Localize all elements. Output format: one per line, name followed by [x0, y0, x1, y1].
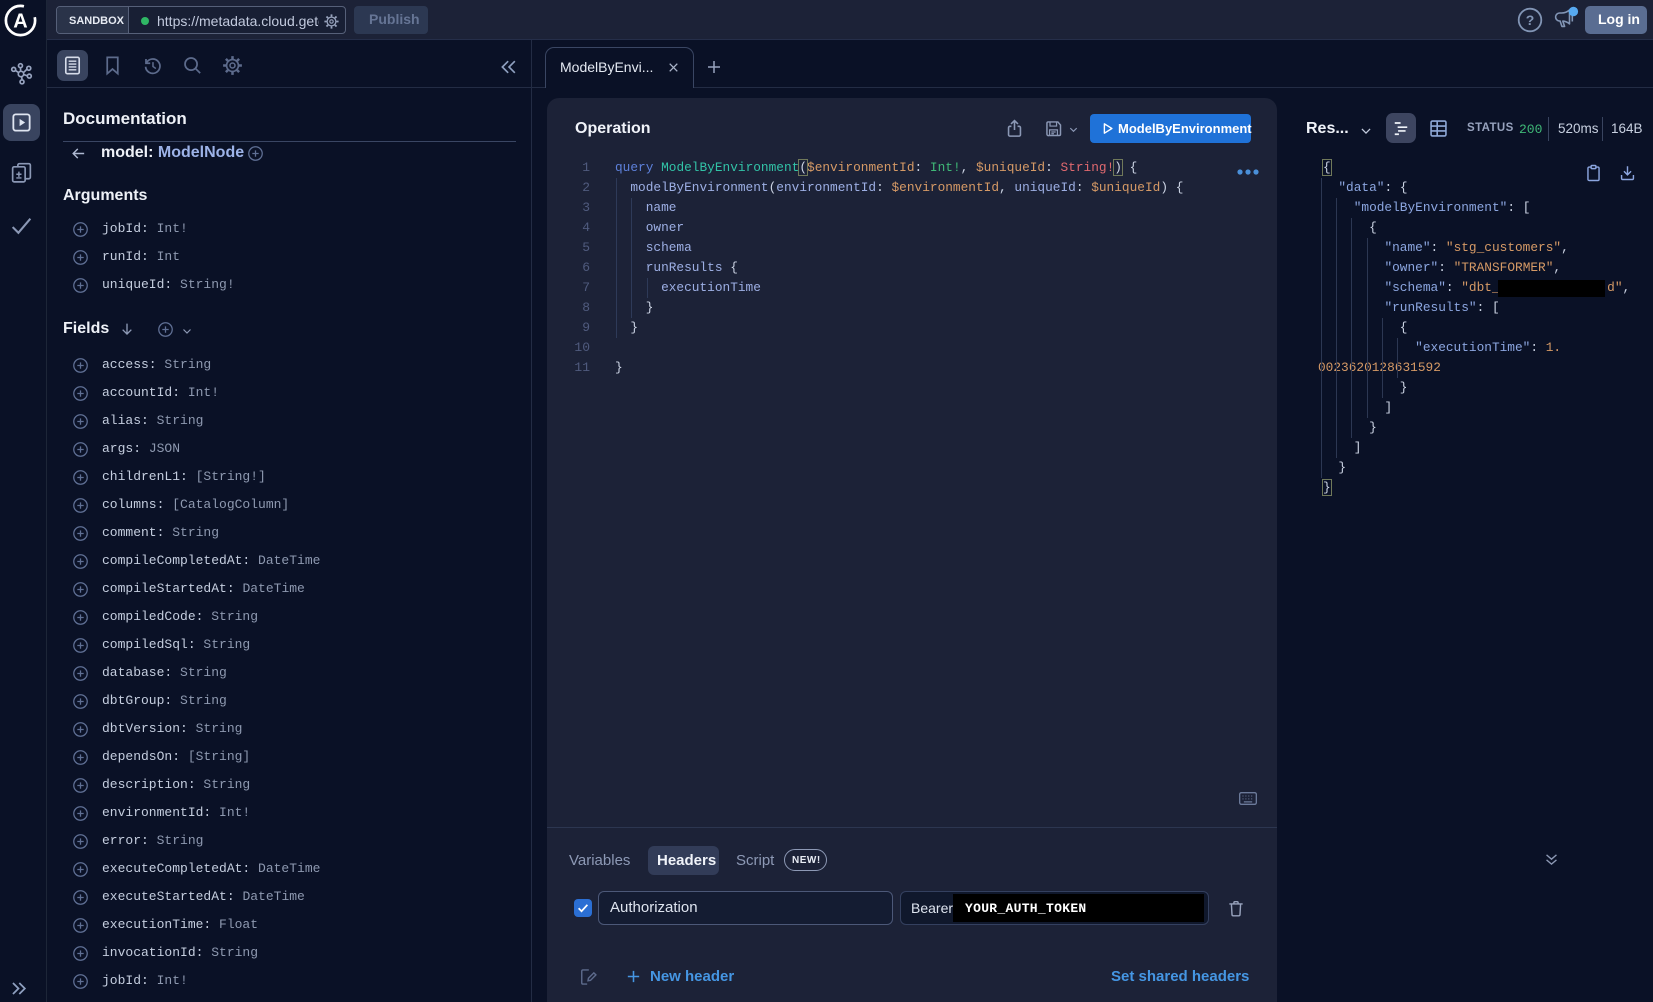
svg-text:?: ?: [1526, 12, 1535, 28]
svg-text:A: A: [13, 11, 27, 33]
